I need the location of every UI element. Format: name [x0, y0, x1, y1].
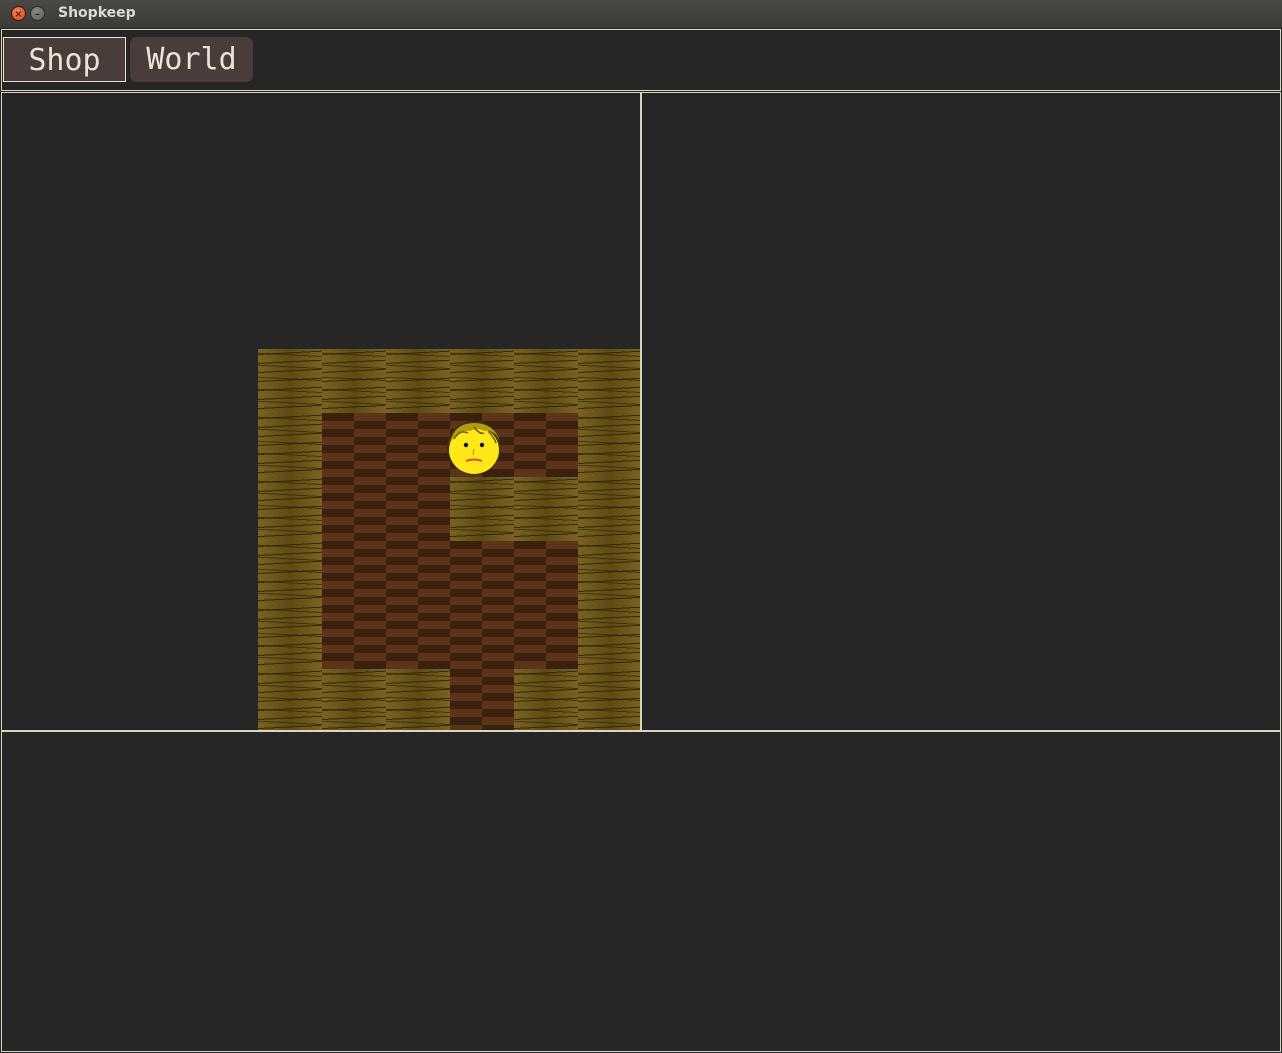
wood-wall-tile — [514, 669, 578, 730]
window-title: Shopkeep — [58, 5, 136, 21]
floor-tile — [322, 541, 386, 605]
floor-tile — [386, 477, 450, 541]
player-face-icon[interactable] — [444, 415, 501, 475]
wood-wall-tile — [258, 605, 322, 669]
side-panel — [641, 92, 1281, 731]
floor-tile — [450, 541, 514, 605]
wood-wall-tile — [450, 477, 514, 541]
floor-tile — [514, 413, 578, 477]
wood-wall-tile — [578, 349, 640, 413]
floor-tile — [386, 605, 450, 669]
wood-wall-tile — [578, 669, 640, 730]
wood-wall-tile — [578, 541, 640, 605]
floor-tile — [322, 413, 386, 477]
shop-map[interactable] — [258, 349, 640, 730]
wood-wall-tile — [258, 669, 322, 730]
floor-tile — [322, 477, 386, 541]
message-log-panel — [1, 731, 1281, 1052]
wood-wall-tile — [450, 349, 514, 413]
wood-wall-tile — [258, 349, 322, 413]
floor-tile — [386, 413, 450, 477]
wood-wall-tile — [578, 413, 640, 477]
wood-wall-tile — [514, 349, 578, 413]
wood-wall-tile — [386, 349, 450, 413]
wood-wall-tile — [514, 477, 578, 541]
wood-wall-tile — [578, 477, 640, 541]
floor-tile — [514, 541, 578, 605]
title-bar: × – Shopkeep — [0, 0, 1282, 29]
wood-wall-tile — [258, 413, 322, 477]
tab-world[interactable]: World — [130, 37, 253, 82]
wood-wall-tile — [322, 349, 386, 413]
wood-wall-tile — [258, 477, 322, 541]
tab-bar: Shop World — [1, 29, 1281, 91]
game-viewport[interactable] — [1, 92, 641, 731]
wood-wall-tile — [322, 669, 386, 730]
close-window-icon[interactable]: × — [11, 6, 26, 21]
wood-wall-tile — [386, 669, 450, 730]
minimize-window-icon[interactable]: – — [30, 6, 45, 21]
floor-tile — [322, 605, 386, 669]
tab-shop[interactable]: Shop — [3, 37, 126, 82]
wood-wall-tile — [258, 541, 322, 605]
floor-tile — [450, 605, 514, 669]
floor-tile — [386, 541, 450, 605]
floor-tile — [450, 669, 514, 730]
wood-wall-tile — [578, 605, 640, 669]
app-window: × – Shopkeep Shop World — [0, 0, 1282, 1053]
floor-tile — [514, 605, 578, 669]
